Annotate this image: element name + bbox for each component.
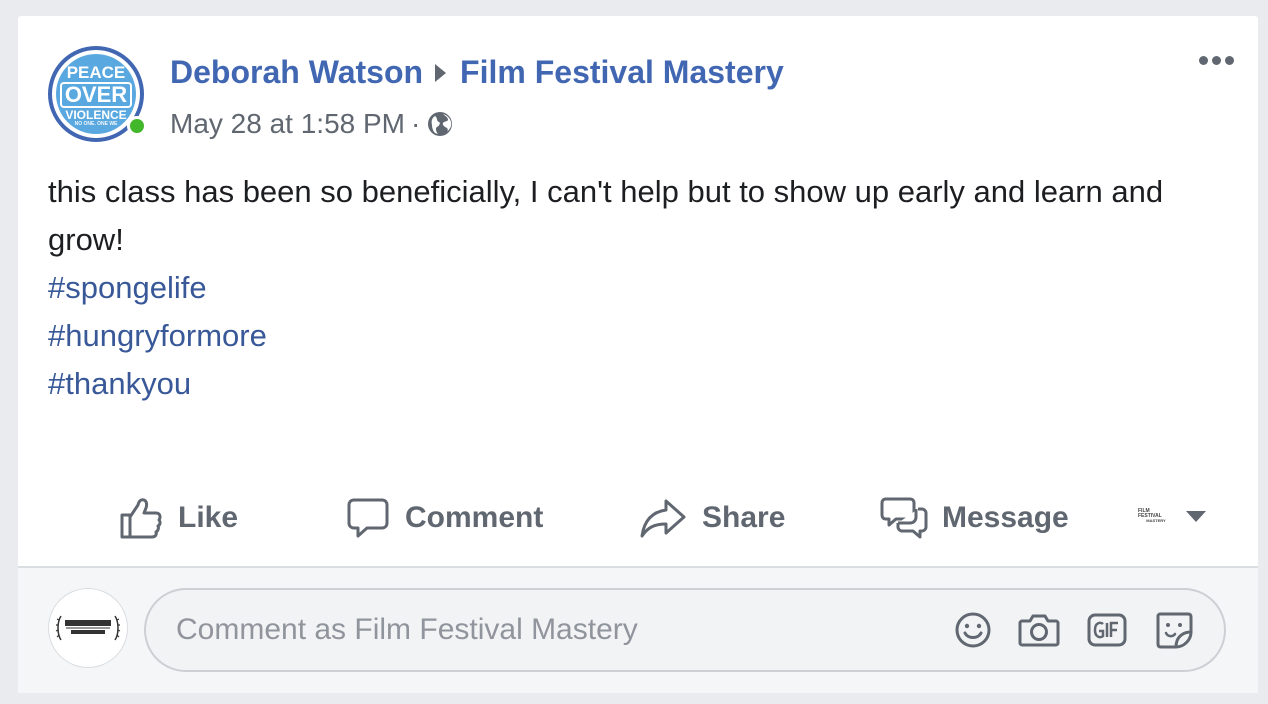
chevron-down-icon [1186, 510, 1206, 522]
post-meta: May 28 at 1:58 PM · [170, 108, 454, 140]
comment-button[interactable]: Comment [345, 488, 543, 548]
page-selector-dropdown[interactable]: FILM FESTIVAL MASTERY [1138, 506, 1206, 526]
post-timestamp[interactable]: May 28 at 1:58 PM [170, 108, 405, 140]
film-festival-logo [55, 615, 121, 641]
more-dot [1199, 56, 1208, 65]
page-logo-line2: MASTERY [1146, 518, 1166, 523]
avatar-text-line2: OVER [59, 81, 133, 108]
message-icon [880, 497, 928, 539]
post-message: this class has been so beneficially, I c… [48, 174, 1164, 257]
avatar-text-line3: VIOLENCE [65, 107, 127, 122]
share-label: Share [702, 501, 786, 534]
hashtag-list: #spongelife #hungryformore #thankyou [48, 264, 267, 408]
comment-input[interactable] [146, 599, 954, 661]
arrow-right-icon [435, 63, 447, 82]
meta-separator: · [411, 108, 421, 139]
emoji-icon[interactable] [954, 611, 992, 649]
post-actions-bar: Like Comment Share Message FILM FESTIVAL… [18, 488, 1258, 548]
more-dot [1225, 56, 1234, 65]
avatar-text-line4: NO ONE. ONE WE [74, 120, 118, 127]
share-icon [640, 499, 686, 538]
commenter-avatar[interactable] [48, 588, 128, 668]
page-logo: FILM FESTIVAL MASTERY [1138, 506, 1174, 526]
share-button[interactable]: Share [638, 488, 785, 548]
group-name-link[interactable]: Film Festival Mastery [460, 54, 784, 91]
avatar-logo: PEACE OVER VIOLENCE NO ONE. ONE WE [56, 54, 136, 134]
comment-icon [347, 498, 389, 538]
like-icon [120, 498, 162, 539]
comment-tools [954, 610, 1224, 650]
avatar-text-line1: PEACE [66, 62, 126, 82]
more-options-icon[interactable] [1199, 56, 1234, 65]
like-button[interactable]: Like [118, 488, 238, 548]
globe-icon[interactable] [426, 110, 454, 138]
post-header-names: Deborah Watson Film Festival Mastery [170, 54, 784, 91]
comment-input-box[interactable] [144, 588, 1226, 672]
gif-icon[interactable] [1086, 611, 1128, 649]
hashtag-link[interactable]: #spongelife [48, 264, 267, 312]
author-name-link[interactable]: Deborah Watson [170, 54, 423, 91]
camera-icon[interactable] [1018, 611, 1060, 649]
comment-composer [18, 568, 1258, 693]
hashtag-link[interactable]: #thankyou [48, 360, 267, 408]
sticker-icon[interactable] [1154, 610, 1194, 650]
comment-label: Comment [405, 501, 544, 534]
post-card: PEACE OVER VIOLENCE NO ONE. ONE WE Debor… [18, 16, 1258, 693]
like-label: Like [178, 501, 239, 534]
hashtag-link[interactable]: #hungryformore [48, 312, 267, 360]
online-status-dot [127, 116, 147, 136]
message-button[interactable]: Message [880, 488, 1069, 548]
message-label: Message [942, 501, 1069, 534]
more-dot [1212, 56, 1221, 65]
